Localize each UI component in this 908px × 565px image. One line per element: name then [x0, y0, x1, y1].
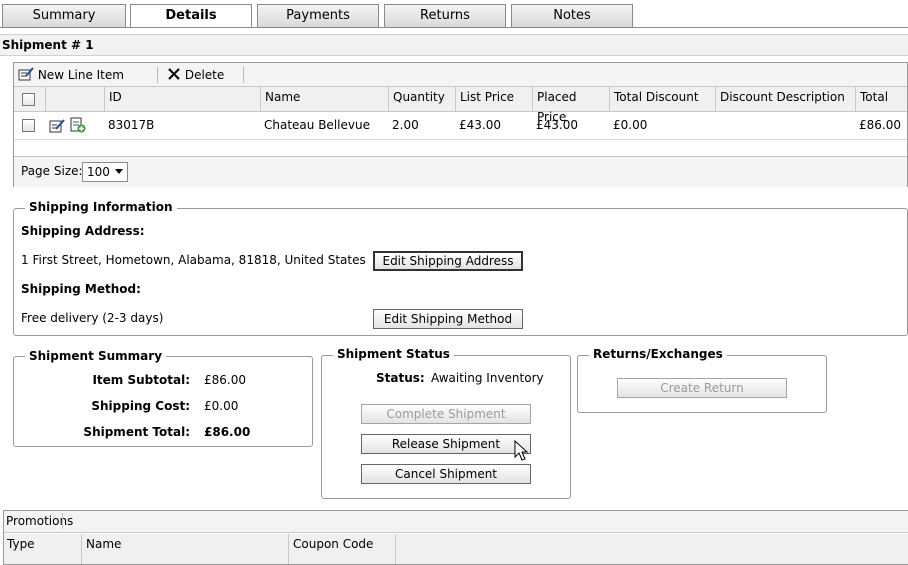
column-header-label: Name: [86, 537, 122, 551]
shipping-address-value: 1 First Street, Hometown, Alabama, 81818…: [21, 253, 366, 267]
column-header-quantity[interactable]: Quantity: [388, 87, 455, 112]
shipment-title: Shipment # 1: [2, 38, 94, 52]
edit-shipping-address-button[interactable]: Edit Shipping Address: [373, 251, 523, 271]
column-header-label: Discount Description: [720, 90, 845, 104]
tab-label: Details: [165, 8, 217, 23]
cell-id: 83017B: [108, 118, 155, 132]
column-header-label: Total Discount: [614, 90, 699, 104]
item-subtotal-label: Item Subtotal:: [92, 373, 190, 387]
column-header-total-discount[interactable]: Total Discount: [609, 87, 715, 112]
toolbar-separator: [157, 67, 158, 83]
tab-label: Summary: [32, 8, 96, 23]
status-label: Status:: [376, 371, 425, 385]
column-header-label: Quantity: [393, 90, 445, 104]
tab-details[interactable]: Details: [130, 4, 252, 28]
create-return-button[interactable]: Create Return: [617, 378, 787, 398]
toolbar-separator: [243, 67, 244, 83]
grid-toolbar: New Line Item Delete: [14, 63, 907, 87]
grid-header: ID Name Quantity List Price Placed Price…: [14, 87, 908, 124]
page-size-value: 100: [87, 165, 110, 179]
column-header-list-price[interactable]: List Price: [455, 87, 532, 112]
release-shipment-button[interactable]: Release Shipment: [361, 434, 531, 454]
shipping-information-legend: Shipping Information: [25, 200, 177, 214]
promotions-toolbar: Promotions: [4, 511, 908, 533]
column-header-label: Coupon Code: [293, 537, 374, 551]
status-value: Awaiting Inventory: [431, 371, 544, 385]
column-header-label: ID: [109, 90, 122, 104]
shipping-method-label: Shipping Method:: [21, 282, 141, 296]
column-header-label: Type: [7, 537, 35, 551]
column-header-actions: [45, 87, 104, 112]
shipping-method-value: Free delivery (2-3 days): [21, 311, 164, 325]
tab-label: Returns: [420, 8, 470, 23]
shipment-total-value: £86.00: [204, 425, 251, 439]
delete-label: Delete: [184, 68, 225, 82]
shipment-status-legend: Shipment Status: [333, 347, 454, 361]
tab-payments[interactable]: Payments: [257, 4, 379, 27]
new-line-item-button[interactable]: New Line Item: [18, 67, 124, 82]
column-header-coupon-code[interactable]: Coupon Code: [288, 534, 396, 564]
column-header-total[interactable]: Total: [855, 87, 908, 112]
line-items-grid: New Line Item Delete ID Name Quantity Li…: [13, 62, 908, 187]
new-item-icon: [18, 67, 34, 81]
add-document-icon[interactable]: [70, 117, 86, 133]
column-header-label: Name: [265, 90, 301, 104]
cell-placed-price: £43.00: [536, 118, 578, 132]
page-size-label: Page Size:: [21, 164, 83, 178]
table-row[interactable]: 83017B Chateau Bellevue 2.00 £43.00 £43.…: [14, 112, 907, 140]
shipment-total-label: Shipment Total:: [83, 425, 190, 439]
returns-exchanges-legend: Returns/Exchanges: [589, 347, 727, 361]
cell-quantity: 2.00: [392, 118, 419, 132]
row-checkbox[interactable]: [22, 119, 35, 132]
page-size-select[interactable]: 100: [82, 162, 128, 182]
delete-button[interactable]: Delete: [167, 67, 224, 82]
tab-summary[interactable]: Summary: [2, 4, 126, 27]
column-header-label: Total: [860, 90, 889, 104]
shipment-summary-legend: Shipment Summary: [25, 349, 167, 363]
item-subtotal-value: £86.00: [204, 373, 246, 387]
column-header-label: List Price: [460, 90, 515, 104]
cell-list-price: £43.00: [459, 118, 501, 132]
promotions-grid: Promotions Type Name Coupon Code: [3, 510, 908, 565]
grid-pager: Page Size: 100: [14, 156, 907, 187]
column-header-id[interactable]: ID: [104, 87, 260, 112]
tab-label: Notes: [553, 8, 591, 23]
mouse-cursor-icon: [514, 440, 528, 461]
chevron-down-icon: [115, 169, 123, 174]
column-header-name[interactable]: Name: [260, 87, 388, 112]
column-header-type[interactable]: Type: [4, 534, 81, 564]
column-header-placed-price[interactable]: Placed Price: [532, 87, 609, 124]
column-header-name[interactable]: Name: [81, 534, 288, 564]
toolbar-separator: [62, 513, 63, 529]
cancel-shipment-button[interactable]: Cancel Shipment: [361, 464, 531, 484]
shipping-address-label: Shipping Address:: [21, 224, 145, 238]
tab-notes[interactable]: Notes: [511, 4, 633, 27]
cell-name: Chateau Bellevue: [264, 118, 370, 132]
tab-divider: [0, 27, 908, 28]
promotions-title: Promotions: [6, 514, 74, 528]
edit-shipping-method-button[interactable]: Edit Shipping Method: [373, 309, 523, 329]
promotions-header: Type Name Coupon Code: [4, 534, 908, 564]
shipment-header: Shipment # 1: [0, 34, 908, 56]
complete-shipment-button[interactable]: Complete Shipment: [361, 404, 531, 424]
new-line-item-label: New Line Item: [37, 68, 124, 82]
tab-returns[interactable]: Returns: [384, 4, 506, 27]
delete-x-icon: [168, 68, 180, 80]
select-all-checkbox[interactable]: [22, 93, 35, 106]
shipping-cost-label: Shipping Cost:: [91, 399, 190, 413]
column-header-discount-description[interactable]: Discount Description: [715, 87, 855, 112]
cell-total-discount: £0.00: [613, 118, 648, 132]
cell-total: £86.00: [859, 118, 901, 132]
tab-label: Payments: [286, 8, 350, 23]
shipping-cost-value: £0.00: [204, 399, 239, 413]
edit-icon[interactable]: [49, 118, 65, 133]
